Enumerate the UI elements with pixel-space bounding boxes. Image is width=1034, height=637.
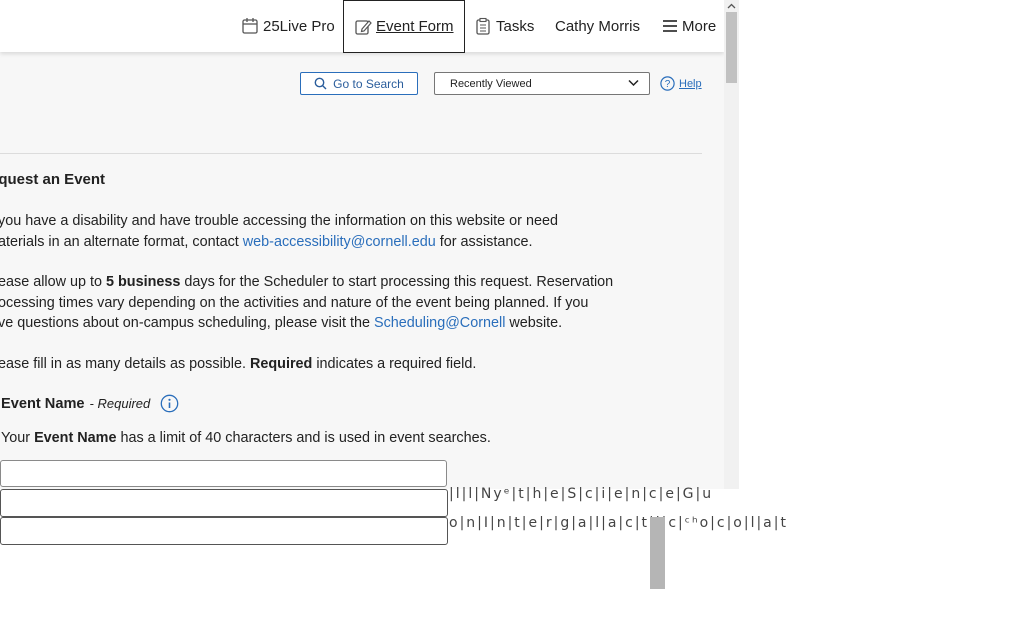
svg-text:?: ?: [665, 79, 671, 90]
text: Your: [1, 430, 35, 446]
text: ve questions about on-campus scheduling,…: [0, 315, 374, 331]
text: days for the Scheduler to start processi…: [180, 274, 614, 290]
nav-label: 25Live Pro: [263, 17, 335, 35]
page-title: equest an Event: [0, 171, 106, 188]
user-name: Cathy Morris: [555, 17, 641, 35]
nav-event-form[interactable]: Event Form: [343, 0, 465, 53]
go-to-search-label: Go to Search: [333, 76, 404, 91]
vertical-scrollbar[interactable]: [724, 0, 739, 489]
ghost-text-row-2: o|n|I|n|t|e|r|g|a|l|a|c|t|i|c|ᶜʰo|c|o|l|…: [449, 515, 788, 531]
calendar-icon: [242, 18, 258, 34]
help-icon: ?: [660, 76, 675, 91]
text-bold: Event Name: [34, 430, 117, 446]
ghost-scroll-block: [650, 517, 665, 589]
ghost-text-row-1: |l|l|Nyᵉ|t|h|e|S|c|i|e|n|c|e|G|u: [449, 486, 714, 502]
event-name-hint: Your Event Name has a limit of 40 charac…: [1, 430, 491, 446]
text-bold: Required: [249, 356, 313, 372]
go-to-search-button[interactable]: Go to Search: [300, 72, 418, 95]
nav-label: More: [682, 17, 717, 35]
text-bold: 5 business: [106, 274, 181, 290]
search-icon: [314, 77, 327, 90]
hamburger-icon: [663, 20, 677, 32]
recently-viewed-value: Recently Viewed: [450, 77, 532, 90]
clipboard-icon: [476, 17, 490, 35]
ghost-input-row-1: [0, 489, 448, 517]
chevron-down-icon: [628, 79, 639, 87]
divider: [0, 153, 702, 154]
text: aterials in an alternate format, contact: [0, 233, 243, 250]
scheduling-cornell-link[interactable]: Scheduling@Cornell: [374, 315, 505, 331]
text: ease allow up to: [0, 274, 107, 290]
required-marker: - Required: [89, 396, 151, 411]
info-icon[interactable]: [160, 394, 179, 413]
text: ease fill in as many details as possible…: [0, 356, 250, 372]
scroll-up-arrow[interactable]: [724, 0, 739, 12]
ghost-input-row-2: [0, 517, 448, 545]
nav-more[interactable]: More: [662, 0, 716, 52]
edit-icon: [355, 19, 372, 35]
help-link[interactable]: ? Help: [660, 76, 702, 91]
field-label-text: Event Name: [1, 395, 85, 412]
accessibility-paragraph: you have a disability and have trouble a…: [0, 211, 558, 252]
text: you have a disability and have trouble a…: [0, 213, 558, 229]
nav-label: Event Form: [376, 18, 454, 35]
accessibility-email-link[interactable]: web-accessibility@cornell.edu: [243, 234, 436, 250]
text: has a limit of 40 characters and is used…: [116, 430, 491, 446]
details-paragraph: ease fill in as many details as possible…: [0, 354, 476, 375]
event-name-input[interactable]: [0, 460, 447, 487]
scroll-thumb[interactable]: [726, 12, 737, 83]
nav-25live-pro[interactable]: 25Live Pro: [241, 0, 335, 52]
text: ocessing times vary depending on the act…: [0, 294, 589, 311]
nav-label: Tasks: [496, 17, 535, 35]
processing-paragraph: ease allow up to 5 business days for the…: [0, 272, 613, 334]
nav-tasks[interactable]: Tasks: [474, 0, 534, 52]
help-label: Help: [679, 77, 702, 90]
text: website.: [505, 315, 563, 331]
top-navigation: 25Live Pro Event Form Tasks Cathy Morris…: [0, 0, 724, 53]
text: for assistance.: [435, 233, 533, 250]
text: indicates a required field.: [312, 356, 477, 372]
chevron-up-icon: [727, 3, 736, 9]
app-frame: 25Live Pro Event Form Tasks Cathy Morris…: [0, 0, 739, 489]
nav-user-menu[interactable]: Cathy Morris: [555, 0, 640, 52]
event-name-label: Event Name - Required: [1, 394, 179, 413]
recently-viewed-select[interactable]: Recently Viewed: [434, 72, 650, 95]
